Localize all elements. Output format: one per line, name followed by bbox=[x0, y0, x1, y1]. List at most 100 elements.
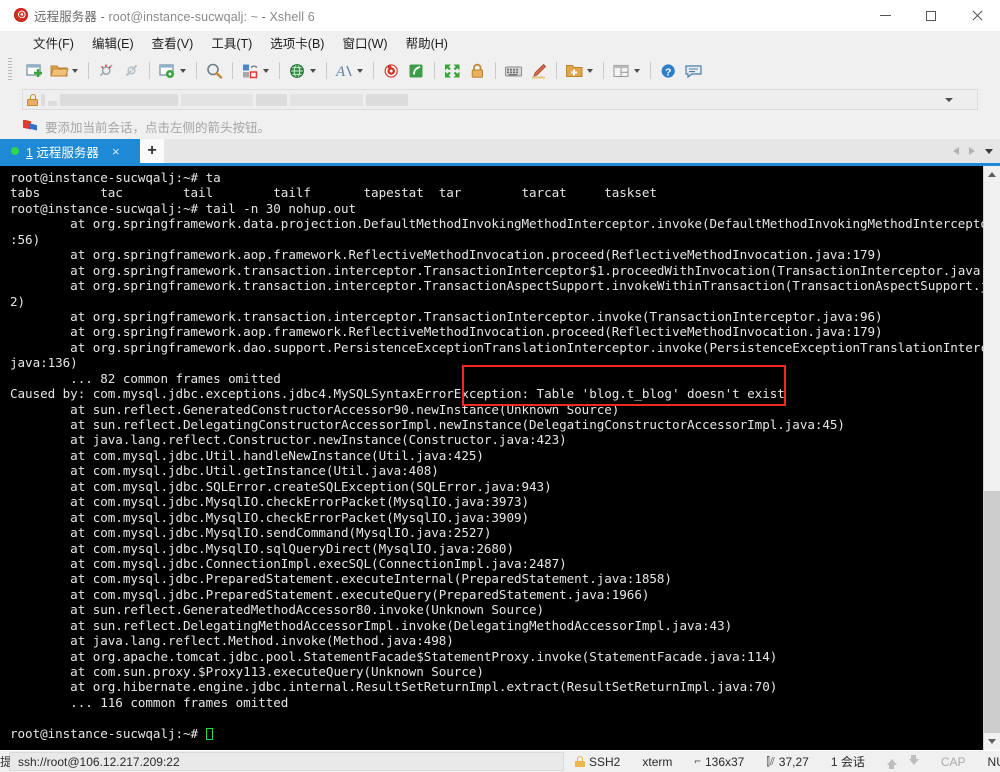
toolbar-separator bbox=[88, 62, 89, 79]
new-session-button[interactable] bbox=[22, 58, 47, 84]
terminal-line bbox=[10, 710, 983, 725]
terminal-line: at org.springframework.aop.framework.Ref… bbox=[10, 324, 983, 339]
chevron-down-icon[interactable] bbox=[310, 69, 316, 73]
terminal-line: at org.springframework.transaction.inter… bbox=[10, 263, 983, 278]
status-caps-cell: CAP bbox=[930, 755, 977, 769]
fullscreen-button[interactable] bbox=[440, 58, 465, 84]
status-sessions-cell: 1 会话 bbox=[820, 753, 876, 770]
terminal-line: at sun.reflect.DelegatingConstructorAcce… bbox=[10, 417, 983, 432]
close-button[interactable] bbox=[954, 0, 1000, 31]
tab-remote-server[interactable]: 1 远程服务器 × bbox=[0, 139, 140, 163]
tab-label: 1 远程服务器 bbox=[26, 142, 99, 161]
add-to-folder-button[interactable] bbox=[562, 58, 598, 84]
address-value-redacted bbox=[41, 93, 408, 106]
cursor-position-icon: ⫿⫽ bbox=[766, 755, 774, 769]
menu-bar: 文件(F) 编辑(E) 查看(V) 工具(T) 选项卡(B) 窗口(W) 帮助(… bbox=[0, 31, 1000, 55]
search-icon bbox=[205, 62, 224, 80]
arrow-down-icon bbox=[909, 759, 919, 765]
lock-session-button[interactable] bbox=[465, 58, 490, 84]
menu-file[interactable]: 文件(F) bbox=[24, 30, 83, 56]
chevron-down-icon[interactable] bbox=[945, 98, 953, 102]
menu-edit[interactable]: 编辑(E) bbox=[83, 30, 143, 56]
terminal-line: at com.mysql.jdbc.Util.handleNewInstance… bbox=[10, 448, 983, 463]
toolbar: A bbox=[0, 55, 1000, 86]
menu-view[interactable]: 查看(V) bbox=[143, 30, 203, 56]
fullscreen-icon bbox=[443, 62, 462, 80]
menu-tab[interactable]: 选项卡(B) bbox=[261, 30, 333, 56]
disconnect-button[interactable] bbox=[94, 58, 119, 84]
scroll-down-button[interactable] bbox=[984, 733, 1000, 750]
menu-tools[interactable]: 工具(T) bbox=[202, 30, 261, 56]
chevron-down-icon[interactable] bbox=[587, 69, 593, 73]
status-num: NUM bbox=[988, 755, 1000, 769]
reconnect-button[interactable] bbox=[119, 58, 144, 84]
layout-button[interactable] bbox=[609, 58, 645, 84]
keyboard-icon bbox=[504, 62, 523, 80]
keyboard-button[interactable] bbox=[501, 58, 526, 84]
svg-text:?: ? bbox=[665, 66, 671, 78]
help-icon: ? bbox=[659, 62, 678, 80]
open-session-button[interactable] bbox=[47, 58, 83, 84]
chevron-down-icon[interactable] bbox=[263, 69, 269, 73]
tab-close-button[interactable]: × bbox=[112, 145, 120, 158]
font-icon: A bbox=[335, 62, 354, 80]
scrollbar-track[interactable] bbox=[984, 183, 1000, 733]
disconnect-icon bbox=[97, 62, 116, 80]
session-properties-button[interactable] bbox=[155, 58, 191, 84]
new-tab-button[interactable]: + bbox=[140, 139, 164, 163]
tab-bar-controls bbox=[953, 139, 1000, 163]
terminal-output[interactable]: root@instance-sucwqalj:~# tatabs tac tai… bbox=[0, 166, 983, 750]
status-indicators: SSH2 xterm ⌐ 136x37 ⫿⫽ 37,27 1 会话 CAP bbox=[564, 753, 1000, 770]
font-button[interactable]: A bbox=[332, 58, 368, 84]
chevron-down-icon[interactable] bbox=[180, 69, 186, 73]
terminal-line: at com.mysql.jdbc.MysqlIO.checkErrorPack… bbox=[10, 494, 983, 509]
tab-list-chevron-down-icon[interactable] bbox=[985, 149, 993, 154]
add-to-folder-icon bbox=[565, 62, 584, 80]
xftp-button[interactable] bbox=[404, 58, 429, 84]
terminal-line: at sun.reflect.GeneratedMethodAccessor80… bbox=[10, 602, 983, 617]
status-bar: 提 ssh://root@106.12.217.209:22 SSH2 xter… bbox=[0, 750, 1000, 772]
scrollbar-thumb[interactable] bbox=[984, 491, 1000, 733]
status-caps: CAP bbox=[941, 755, 966, 769]
highlight-icon bbox=[529, 62, 548, 80]
transfer-button[interactable] bbox=[238, 58, 274, 84]
terminal-line: Caused by: com.mysql.jdbc.exceptions.jdb… bbox=[10, 386, 983, 401]
chevron-left-icon[interactable] bbox=[953, 147, 959, 155]
open-folder-icon bbox=[50, 62, 69, 80]
encoding-button[interactable] bbox=[285, 58, 321, 84]
highlight-button[interactable] bbox=[526, 58, 551, 84]
help-button[interactable]: ? bbox=[656, 58, 681, 84]
status-cursor-pos: 37,27 bbox=[779, 755, 809, 769]
title-bar: 远程服务器 - root@instance-sucwqalj: ~ - Xshe… bbox=[0, 0, 1000, 31]
xshell-button[interactable] bbox=[379, 58, 404, 84]
terminal-line: java:136) bbox=[10, 355, 983, 370]
toolbar-separator bbox=[232, 62, 233, 79]
chevron-down-icon[interactable] bbox=[72, 69, 78, 73]
session-properties-icon bbox=[158, 62, 177, 80]
status-term-type: xterm bbox=[642, 755, 672, 769]
minimize-button[interactable] bbox=[862, 0, 908, 31]
terminal-line: at org.springframework.aop.framework.Ref… bbox=[10, 247, 983, 262]
terminal-line: root@instance-sucwqalj:~# bbox=[10, 726, 983, 741]
toolbar-separator bbox=[556, 62, 557, 79]
toolbar-separator bbox=[603, 62, 604, 79]
terminal-line: at com.mysql.jdbc.ConnectionImpl.execSQL… bbox=[10, 556, 983, 571]
menu-help[interactable]: 帮助(H) bbox=[397, 30, 457, 56]
chevron-down-icon[interactable] bbox=[634, 69, 640, 73]
terminal-line: at sun.reflect.GeneratedConstructorAcces… bbox=[10, 402, 983, 417]
connected-dot-icon bbox=[11, 147, 19, 155]
menu-window[interactable]: 窗口(W) bbox=[333, 30, 396, 56]
chevron-right-icon[interactable] bbox=[969, 147, 975, 155]
chevron-down-icon[interactable] bbox=[357, 69, 363, 73]
chevron-down-icon bbox=[988, 739, 996, 744]
terminal-line: at java.lang.reflect.Method.invoke(Metho… bbox=[10, 633, 983, 648]
scroll-up-button[interactable] bbox=[984, 166, 1000, 183]
address-bar[interactable] bbox=[22, 89, 978, 110]
terminal-line: at org.springframework.dao.support.Persi… bbox=[10, 340, 983, 355]
chat-button[interactable] bbox=[681, 58, 706, 84]
app-icon bbox=[8, 0, 34, 31]
terminal-scrollbar[interactable] bbox=[983, 166, 1000, 750]
find-button[interactable] bbox=[202, 58, 227, 84]
maximize-button[interactable] bbox=[908, 0, 954, 31]
toolbar-gripper[interactable] bbox=[8, 58, 12, 82]
